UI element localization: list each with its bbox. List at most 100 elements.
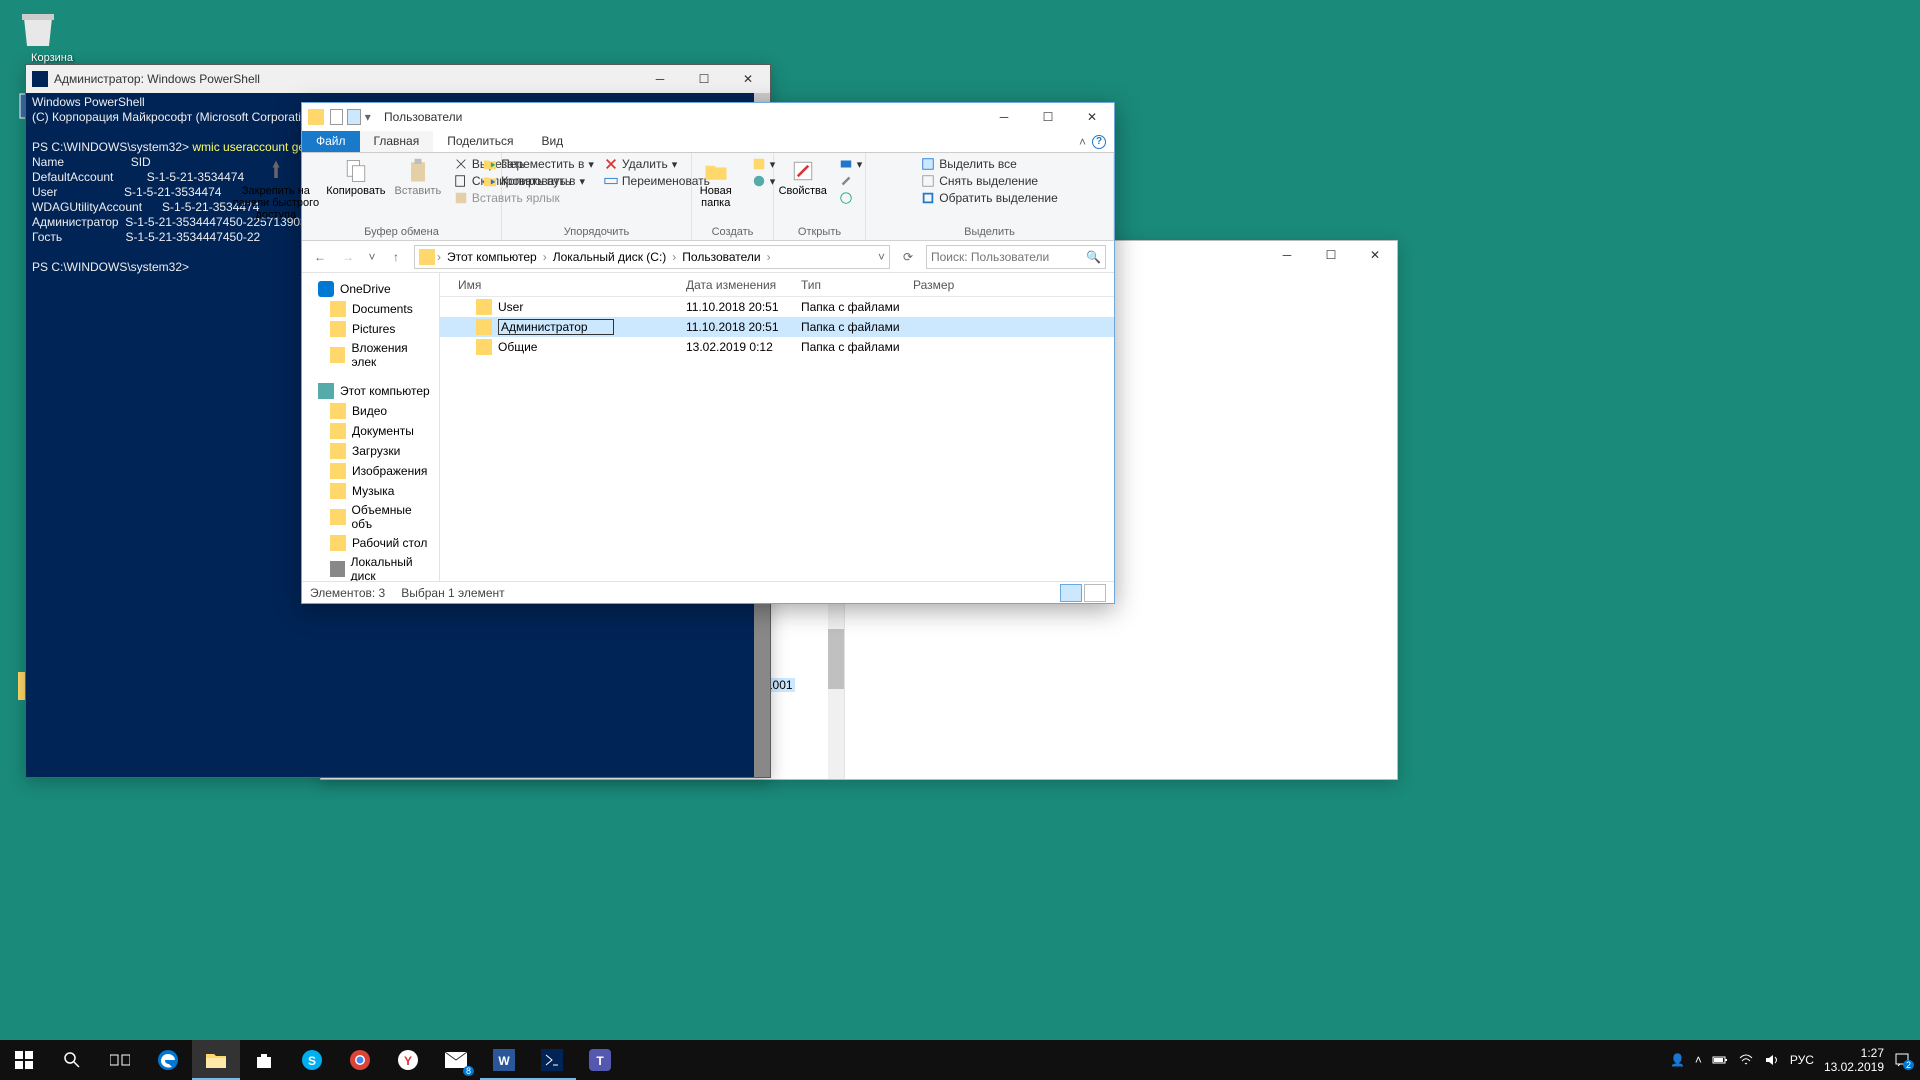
- minimize-button[interactable]: ─: [982, 103, 1026, 131]
- nav-this-pc[interactable]: Этот компьютер: [302, 381, 439, 401]
- table-row[interactable]: 11.10.2018 20:51Папка с файлами: [440, 317, 1114, 337]
- nav-item[interactable]: Документы: [302, 421, 439, 441]
- history-button[interactable]: [839, 191, 863, 205]
- nav-item[interactable]: Музыка: [302, 481, 439, 501]
- nav-item[interactable]: Объемные объ: [302, 501, 439, 533]
- close-button[interactable]: ✕: [726, 65, 770, 93]
- minimize-button[interactable]: ─: [1265, 241, 1309, 269]
- powershell-title: Администратор: Windows PowerShell: [54, 72, 638, 86]
- invert-selection-button[interactable]: Обратить выделение: [921, 191, 1058, 205]
- column-name[interactable]: Имя: [440, 278, 686, 292]
- ribbon-collapse-icon[interactable]: ˄: [1079, 135, 1086, 149]
- wifi-icon[interactable]: [1738, 1052, 1754, 1068]
- nav-item[interactable]: Изображения: [302, 461, 439, 481]
- back-button[interactable]: ←: [310, 247, 330, 267]
- explorer-button[interactable]: [192, 1040, 240, 1080]
- forward-button[interactable]: →: [338, 247, 358, 267]
- recycle-bin-icon[interactable]: Корзина: [14, 4, 90, 64]
- search-box[interactable]: 🔍: [926, 245, 1106, 269]
- edge-button[interactable]: [144, 1040, 192, 1080]
- nav-item[interactable]: Вложения элек: [302, 339, 439, 371]
- copy-button[interactable]: Копировать: [330, 157, 382, 197]
- rename-input[interactable]: [498, 319, 614, 335]
- breadcrumb-segment[interactable]: Этот компьютер: [443, 248, 541, 266]
- column-date[interactable]: Дата изменения: [686, 278, 801, 292]
- qat-dropdown[interactable]: ▾: [365, 110, 376, 124]
- battery-icon[interactable]: [1712, 1052, 1728, 1068]
- table-row[interactable]: User11.10.2018 20:51Папка с файлами: [440, 297, 1114, 317]
- teams-button[interactable]: T: [576, 1040, 624, 1080]
- help-icon[interactable]: ?: [1092, 135, 1106, 149]
- tab-file[interactable]: Файл: [302, 131, 360, 152]
- people-icon[interactable]: 👤: [1670, 1053, 1685, 1067]
- volume-icon[interactable]: [1764, 1052, 1780, 1068]
- nav-item[interactable]: Видео: [302, 401, 439, 421]
- close-button[interactable]: ✕: [1353, 241, 1397, 269]
- nav-onedrive[interactable]: OneDrive: [302, 279, 439, 299]
- file-list[interactable]: Имя Дата изменения Тип Размер User11.10.…: [440, 273, 1114, 581]
- folder-icon: [330, 403, 346, 419]
- move-to-button[interactable]: Переместить в ▾: [483, 157, 594, 171]
- icons-view-button[interactable]: [1084, 584, 1106, 602]
- tab-share[interactable]: Поделиться: [433, 131, 527, 152]
- powershell-titlebar[interactable]: Администратор: Windows PowerShell ─ ☐ ✕: [26, 65, 770, 93]
- qat-button[interactable]: [330, 109, 343, 125]
- table-row[interactable]: Общие13.02.2019 0:12Папка с файлами: [440, 337, 1114, 357]
- column-type[interactable]: Тип: [801, 278, 913, 292]
- language-indicator[interactable]: РУС: [1790, 1053, 1814, 1067]
- refresh-button[interactable]: ⟳: [898, 247, 918, 267]
- nav-item[interactable]: Рабочий стол: [302, 533, 439, 553]
- tab-view[interactable]: Вид: [527, 131, 577, 152]
- new-item-button[interactable]: ▾: [752, 157, 776, 171]
- pin-button[interactable]: Закрепить на панели быстрого доступа: [232, 157, 320, 221]
- notifications-icon[interactable]: 2: [1894, 1052, 1910, 1068]
- task-view-button[interactable]: [96, 1040, 144, 1080]
- edit-button[interactable]: [839, 174, 863, 188]
- close-button[interactable]: ✕: [1070, 103, 1114, 131]
- nav-item[interactable]: Локальный диск: [302, 553, 439, 581]
- nav-item[interactable]: Загрузки: [302, 441, 439, 461]
- tray-overflow-icon[interactable]: ˄: [1695, 1053, 1702, 1067]
- store-button[interactable]: [240, 1040, 288, 1080]
- select-all-button[interactable]: Выделить все: [921, 157, 1017, 171]
- navigation-pane[interactable]: OneDrive Documents Pictures Вложения эле…: [302, 273, 440, 581]
- maximize-button[interactable]: ☐: [1309, 241, 1353, 269]
- skype-button[interactable]: S: [288, 1040, 336, 1080]
- clock[interactable]: 1:27 13.02.2019: [1824, 1046, 1884, 1075]
- explorer-titlebar[interactable]: ▾ Пользователи ─ ☐ ✕: [302, 103, 1114, 131]
- search-button[interactable]: [48, 1040, 96, 1080]
- easy-access-button[interactable]: ▾: [752, 174, 776, 188]
- yandex-button[interactable]: Y: [384, 1040, 432, 1080]
- recent-dropdown[interactable]: ˅: [366, 247, 378, 267]
- details-view-button[interactable]: [1060, 584, 1082, 602]
- nav-item[interactable]: Documents: [302, 299, 439, 319]
- copy-to-button[interactable]: Копировать в ▾: [483, 174, 594, 188]
- new-folder-button[interactable]: Новая папка: [690, 157, 742, 209]
- tab-home[interactable]: Главная: [360, 131, 434, 152]
- column-size[interactable]: Размер: [913, 278, 973, 292]
- mail-button[interactable]: 8: [432, 1040, 480, 1080]
- up-button[interactable]: ↑: [386, 247, 406, 267]
- maximize-button[interactable]: ☐: [682, 65, 726, 93]
- chrome-button[interactable]: [336, 1040, 384, 1080]
- maximize-button[interactable]: ☐: [1026, 103, 1070, 131]
- open-button[interactable]: ▾: [839, 157, 863, 171]
- powershell-taskbar-button[interactable]: [528, 1040, 576, 1080]
- breadcrumb-segment[interactable]: Локальный диск (C:): [549, 248, 671, 266]
- svg-text:T: T: [596, 1054, 604, 1068]
- deselect-button[interactable]: Снять выделение: [921, 174, 1038, 188]
- paste-button[interactable]: Вставить: [392, 157, 444, 197]
- qat-button[interactable]: [347, 109, 360, 125]
- breadcrumb-segment[interactable]: Пользователи: [678, 248, 764, 266]
- nav-item[interactable]: Pictures: [302, 319, 439, 339]
- start-button[interactable]: [0, 1040, 48, 1080]
- address-dropdown[interactable]: ˅: [878, 250, 885, 264]
- search-icon[interactable]: 🔍: [1086, 250, 1101, 264]
- minimize-button[interactable]: ─: [638, 65, 682, 93]
- breadcrumb[interactable]: › Этот компьютер› Локальный диск (C:)› П…: [414, 245, 890, 269]
- paste-shortcut-button[interactable]: Вставить ярлык: [454, 191, 571, 205]
- column-headers[interactable]: Имя Дата изменения Тип Размер: [440, 273, 1114, 297]
- word-button[interactable]: W: [480, 1040, 528, 1080]
- properties-button[interactable]: Свойства: [777, 157, 829, 197]
- search-input[interactable]: [931, 250, 1086, 264]
